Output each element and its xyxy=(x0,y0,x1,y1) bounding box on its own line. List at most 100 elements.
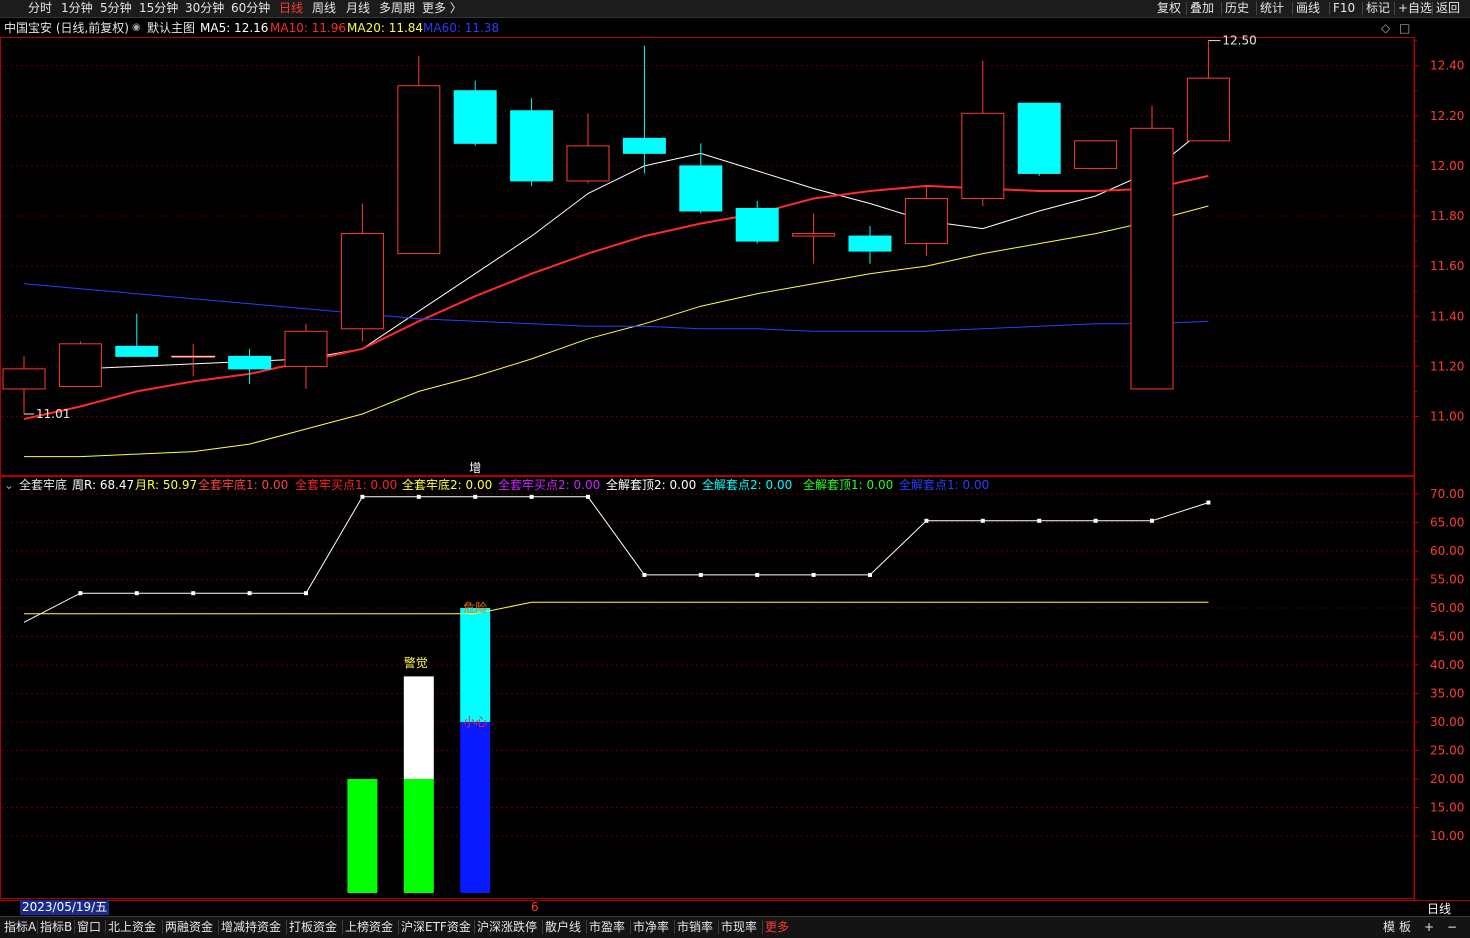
bottom-tab-14[interactable]: 市现率 xyxy=(721,917,757,937)
indicator-tick-label: 35.00 xyxy=(1430,687,1464,701)
indicator-tick-label: 55.00 xyxy=(1430,573,1464,587)
bottom-tab-15[interactable]: 更多 xyxy=(765,917,789,937)
bottom-separator xyxy=(105,920,106,934)
bottom-tab-13[interactable]: 市销率 xyxy=(677,917,713,937)
indicator-tick-label: 60.00 xyxy=(1430,544,1464,558)
candle[interactable] xyxy=(2,356,46,414)
indicator-point xyxy=(78,591,83,596)
candle[interactable] xyxy=(284,323,328,389)
bottom-separator xyxy=(762,920,763,934)
candle-body xyxy=(848,235,892,252)
indicator-tick-label: 30.00 xyxy=(1430,715,1464,729)
bottom-tab-7[interactable]: 上榜资金 xyxy=(345,917,393,937)
bottom-tool-1[interactable]: 板 xyxy=(1399,917,1411,937)
indicator-point xyxy=(698,572,703,577)
indicator-point xyxy=(416,494,421,499)
candle[interactable] xyxy=(961,60,1005,206)
indicator-tick-label: 45.00 xyxy=(1430,630,1464,644)
candle[interactable] xyxy=(453,80,497,146)
indicator-tick-label: 20.00 xyxy=(1430,772,1464,786)
candle-body xyxy=(58,343,102,387)
bottom-tab-9[interactable]: 沪深涨跌停 xyxy=(477,917,537,937)
bottom-tab-12[interactable]: 市净率 xyxy=(633,917,669,937)
candle[interactable] xyxy=(397,55,441,255)
bottom-tab-3[interactable]: 北上资金 xyxy=(108,917,156,937)
candle[interactable] xyxy=(1130,105,1174,390)
bottom-tab-8[interactable]: 沪深ETF资金 xyxy=(401,917,471,937)
candle-body xyxy=(1017,102,1061,174)
candle-body xyxy=(228,355,272,370)
indicator-point xyxy=(360,494,365,499)
bottom-separator xyxy=(474,920,475,934)
x-axis-label: 6 xyxy=(531,900,539,914)
candle[interactable] xyxy=(1074,140,1118,169)
indicator-point xyxy=(642,572,647,577)
bottom-separator xyxy=(586,920,587,934)
cursor-date: 2023/05/19/五 xyxy=(20,900,110,915)
candle-body xyxy=(1074,140,1118,169)
candle-body xyxy=(679,165,723,212)
indicator-tick-label: 15.00 xyxy=(1430,801,1464,815)
candle[interactable] xyxy=(622,45,666,174)
period-indicator: 日线 xyxy=(1427,902,1452,916)
bottom-tab-0[interactable]: 指标A xyxy=(4,917,36,937)
min-price-label: 11.01 xyxy=(36,407,70,421)
indicator-tick-label: 50.00 xyxy=(1430,601,1464,615)
bottom-tab-6[interactable]: 打板资金 xyxy=(289,917,337,937)
candle[interactable] xyxy=(792,213,836,264)
bottom-separator xyxy=(542,920,543,934)
indicator-point xyxy=(1150,518,1154,523)
candle-body xyxy=(1186,77,1230,142)
bottom-separator xyxy=(162,920,163,934)
indicator-point xyxy=(1037,518,1042,523)
candle[interactable] xyxy=(679,143,723,214)
candle-body xyxy=(566,145,610,182)
bottom-separator xyxy=(398,920,399,934)
candle-body xyxy=(510,110,554,182)
candle[interactable] xyxy=(735,200,779,244)
indicator-point xyxy=(980,518,985,523)
indicator-tick-label: 65.00 xyxy=(1430,516,1464,530)
indicator-point xyxy=(924,518,929,523)
price-tick-label: 12.20 xyxy=(1430,109,1464,123)
bottom-tab-2[interactable]: 窗口 xyxy=(77,917,101,937)
price-tick-label: 11.00 xyxy=(1430,410,1464,424)
bottom-tab-11[interactable]: 市盈率 xyxy=(589,917,625,937)
bottom-tool-0[interactable]: 模 xyxy=(1383,917,1395,937)
candle[interactable] xyxy=(848,226,892,264)
bottom-tab-10[interactable]: 散户线 xyxy=(545,917,581,937)
bottom-tool-3[interactable]: − xyxy=(1447,917,1457,937)
candle[interactable] xyxy=(1186,40,1230,142)
bottom-tab-5[interactable]: 增减持资金 xyxy=(221,917,281,937)
candle-body xyxy=(1130,127,1174,390)
price-tick-label: 12.40 xyxy=(1430,59,1464,73)
indicator-bar xyxy=(460,608,491,722)
bottom-tab-4[interactable]: 两融资金 xyxy=(165,917,213,937)
indicator-point xyxy=(529,494,534,499)
candle[interactable] xyxy=(510,98,554,186)
indicator-point xyxy=(1206,500,1211,505)
indicator-tick-label: 10.00 xyxy=(1430,829,1464,843)
indicator-point xyxy=(1093,518,1098,523)
indicator-bar xyxy=(403,676,434,779)
indicator-tick-label: 25.00 xyxy=(1430,744,1464,758)
indicator-panel-frame xyxy=(0,476,1415,899)
bottom-separator xyxy=(630,920,631,934)
candle[interactable] xyxy=(904,185,948,257)
candle[interactable] xyxy=(58,341,102,387)
candle[interactable] xyxy=(228,348,272,384)
candle[interactable] xyxy=(171,343,215,377)
candle[interactable] xyxy=(566,113,610,184)
bottom-tab-1[interactable]: 指标B xyxy=(40,917,72,937)
bottom-tool-2[interactable]: + xyxy=(1424,917,1434,937)
ma-line-ma20 xyxy=(24,205,1209,458)
candle[interactable] xyxy=(340,203,384,342)
candle[interactable] xyxy=(115,313,159,357)
bottom-separator xyxy=(37,920,38,934)
candle-body xyxy=(961,112,1005,199)
indicator-point xyxy=(134,591,139,596)
candle[interactable] xyxy=(1017,102,1061,176)
indicator-point xyxy=(811,572,816,577)
stock-chart[interactable]: 11.00 11.20 11.40 11.60 11.80 12.00 12.20 12.40… xyxy=(0,0,1470,937)
indicator-line-0 xyxy=(23,496,1209,623)
